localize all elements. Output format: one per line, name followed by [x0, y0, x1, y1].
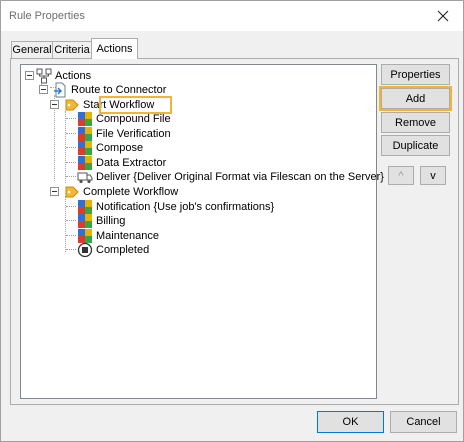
actions-panel: Actions Route to Connector Start Workflo…: [10, 58, 459, 405]
tree-label-maintenance: Maintenance: [96, 229, 159, 242]
start-workflow-highlight: [99, 96, 172, 114]
tab-criteria[interactable]: Criteria: [52, 41, 92, 58]
workflow-diagram-icon: [36, 68, 52, 83]
properties-button-label: Properties: [390, 68, 441, 81]
close-button[interactable]: [429, 4, 457, 28]
move-up-button-label: ^: [398, 169, 404, 182]
remove-button-label: Remove: [395, 116, 436, 129]
tab-actions-label: Actions: [96, 43, 133, 55]
puzzle-icon: [78, 111, 92, 126]
delivery-icon: [77, 172, 93, 183]
expander-route[interactable]: [39, 85, 48, 94]
tab-actions[interactable]: Actions: [91, 38, 138, 59]
tree-label-completed: Completed: [96, 243, 150, 256]
dialog-title: Rule Properties: [9, 10, 85, 22]
tree-label-complete-workflow: Complete Workflow: [83, 185, 179, 198]
tag-icon: [65, 186, 79, 197]
close-icon: [437, 10, 449, 22]
cancel-button[interactable]: Cancel: [390, 411, 457, 433]
tree-node-route-to-connector[interactable]: Route to Connector: [52, 82, 166, 97]
tree-label-data-extractor: Data Extractor: [96, 156, 167, 169]
tree-node-compose[interactable]: Compose: [77, 140, 143, 155]
cancel-button-label: Cancel: [406, 416, 441, 428]
tree-label-compound-file: Compound File: [96, 112, 171, 125]
tree-node-complete-workflow[interactable]: Complete Workflow: [64, 184, 178, 199]
puzzle-icon: [78, 140, 92, 155]
tree-label-compose: Compose: [96, 141, 144, 154]
document-route-icon: [54, 82, 66, 97]
move-up-button[interactable]: ^: [388, 166, 414, 185]
tab-criteria-label: Criteria: [54, 44, 90, 56]
tree-node-deliver[interactable]: Deliver {Deliver Original Format via Fil…: [77, 169, 384, 184]
actions-tree[interactable]: Actions Route to Connector Start Workflo…: [20, 64, 384, 399]
tab-general[interactable]: General: [11, 41, 53, 58]
tree-label-actions: Actions: [55, 69, 92, 82]
tree-node-notification[interactable]: Notification {Use job's confirmations}: [77, 199, 274, 214]
rule-properties-dialog: Rule Properties General Criteria Actions: [0, 0, 464, 442]
title-bar: Rule Properties: [1, 1, 463, 31]
properties-button[interactable]: Properties: [381, 64, 450, 85]
expander-start-workflow[interactable]: [50, 100, 59, 109]
move-down-button-label: v: [430, 169, 436, 182]
tab-general-label: General: [12, 44, 52, 56]
ok-button-label: OK: [342, 416, 359, 428]
tree-node-completed[interactable]: Completed: [77, 242, 149, 257]
puzzle-icon: [78, 213, 92, 228]
add-button-highlight: [379, 86, 452, 111]
tree-label-billing: Billing: [96, 214, 126, 227]
duplicate-button-label: Duplicate: [392, 139, 439, 152]
stop-circle-icon: [77, 242, 93, 257]
tree-label-deliver: Deliver {Deliver Original Format via Fil…: [96, 170, 384, 183]
duplicate-button[interactable]: Duplicate: [381, 135, 450, 156]
tree-label-file-verification: File Verification: [96, 127, 171, 140]
ok-button[interactable]: OK: [317, 411, 384, 433]
remove-button[interactable]: Remove: [381, 112, 450, 133]
tree-label-route: Route to Connector: [71, 83, 167, 96]
tree-label-notification: Notification {Use job's confirmations}: [96, 200, 275, 213]
expander-actions[interactable]: [25, 71, 34, 80]
tree-node-billing[interactable]: Billing: [77, 213, 125, 228]
expander-complete-workflow[interactable]: [50, 187, 59, 196]
move-down-button[interactable]: v: [420, 166, 446, 185]
